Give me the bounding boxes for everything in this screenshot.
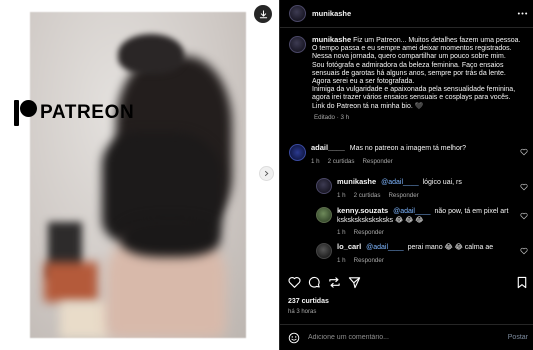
share-icon[interactable] [348,276,361,289]
more-options-icon[interactable] [517,9,528,18]
caption-line: Agora serei eu a ser fotografada. [312,78,415,86]
caption-line: Nessa nova jornada, quero compartilhar u… [312,53,506,61]
commenter-username[interactable]: adail____ [311,143,345,152]
like-count[interactable]: 237 curtidas [288,298,329,305]
comment-time: 1 h [337,256,346,264]
comment-reply: kenny.souzats @adail____ não pow, tá em … [316,206,526,238]
reply-button[interactable]: Responder [354,229,384,238]
post-media: PATREON [0,0,279,350]
comment-reply: lo_carl @adail____ perai mano 😂 😂 calma … [316,242,526,266]
patreon-mark-icon [14,100,37,126]
comment-time: 1 h [337,229,346,236]
author-avatar[interactable] [289,36,306,53]
comment: adail____ Mas no patreon a imagem tá mel… [289,143,529,167]
comment-input[interactable] [308,334,488,341]
caption-line: Link do Patreon tá na minha bio. 🖤 [312,102,424,110]
caption-line: sensuais de garotas há alguns anos, semp… [312,69,506,77]
caption-username[interactable]: munikashe [312,35,351,44]
like-comment-icon[interactable] [520,183,528,191]
caption-line: Fiz um Patreon... Muitos detalhes fazem … [353,37,521,44]
post-panel: munikashe munikashe Fiz um Patreon... Mu… [279,0,533,350]
comment-likes[interactable]: 2 curtidas [354,192,381,201]
reply-mention[interactable]: @adail____ [366,244,403,251]
like-comment-icon[interactable] [520,247,528,255]
caption-line: Sou fotógrafa e admiradora da beleza fem… [312,61,504,69]
commenter-username[interactable]: lo_carl [337,242,361,251]
post-caption: munikashe Fiz um Patreon... Muitos detal… [288,35,528,121]
post-actions [288,276,528,292]
next-media-button[interactable] [259,166,274,181]
post-header: munikashe [280,0,533,28]
commenter-avatar[interactable] [316,243,332,259]
caption-line: agora irei trazer vários ensaios sensuai… [312,94,511,102]
reply-button[interactable]: Responder [362,158,392,167]
download-icon [259,9,267,18]
like-comment-icon[interactable] [520,148,528,156]
post-date: há 3 horas [288,309,317,315]
comment-time: 1 h [311,157,320,165]
reply-mention[interactable]: @adail____ [393,208,430,215]
download-button[interactable] [254,5,272,23]
comment-text-continued: ksksksksksksksks 😂 😂 😂 [337,216,424,224]
commenter-username[interactable]: kenny.souzats [337,206,388,215]
comment-text: Mas no patreon a imagem tá melhor? [349,145,467,152]
comment-text: não pow, tá em pixel art [434,208,509,215]
save-icon[interactable] [516,276,528,289]
chevron-right-icon [264,170,269,177]
repost-icon[interactable] [328,276,341,289]
comment-time: 1 h [337,191,346,199]
comment-text: lógico uai, rs [422,179,462,186]
caption-edited-time: Editado · 3 h [314,113,350,121]
emoji-icon[interactable] [288,332,300,344]
reply-button[interactable]: Responder [388,192,418,201]
post-comment-button[interactable]: Postar [508,334,528,341]
comment-composer: Postar [280,324,533,350]
like-comment-icon[interactable] [520,212,528,220]
caption-line: O tempo passa e eu sempre amei deixar mo… [312,45,512,53]
reply-button[interactable]: Responder [354,257,384,266]
commenter-avatar[interactable] [316,207,332,223]
caption-text: munikashe Fiz um Patreon... Muitos detal… [312,35,521,111]
caption-line: Inimiga da vulgaridade e apaixonada pela… [312,86,516,94]
commenter-username[interactable]: munikashe [337,177,376,186]
comment-text: perai mano 😂 😂 calma ae [407,244,494,251]
patreon-logo: PATREON [14,100,134,126]
commenter-avatar[interactable] [289,144,306,161]
author-username[interactable]: munikashe [312,9,351,18]
comment-reply: munikashe @adail____ lógico uai, rs 1 h … [316,177,526,201]
comment-icon[interactable] [308,276,321,289]
comment-likes[interactable]: 2 curtidas [328,158,355,167]
reply-mention[interactable]: @adail____ [381,179,418,186]
author-avatar[interactable] [289,5,306,22]
commenter-avatar[interactable] [316,178,332,194]
post-photo [30,12,246,338]
like-icon[interactable] [288,276,301,289]
patreon-wordmark: PATREON [40,102,135,123]
